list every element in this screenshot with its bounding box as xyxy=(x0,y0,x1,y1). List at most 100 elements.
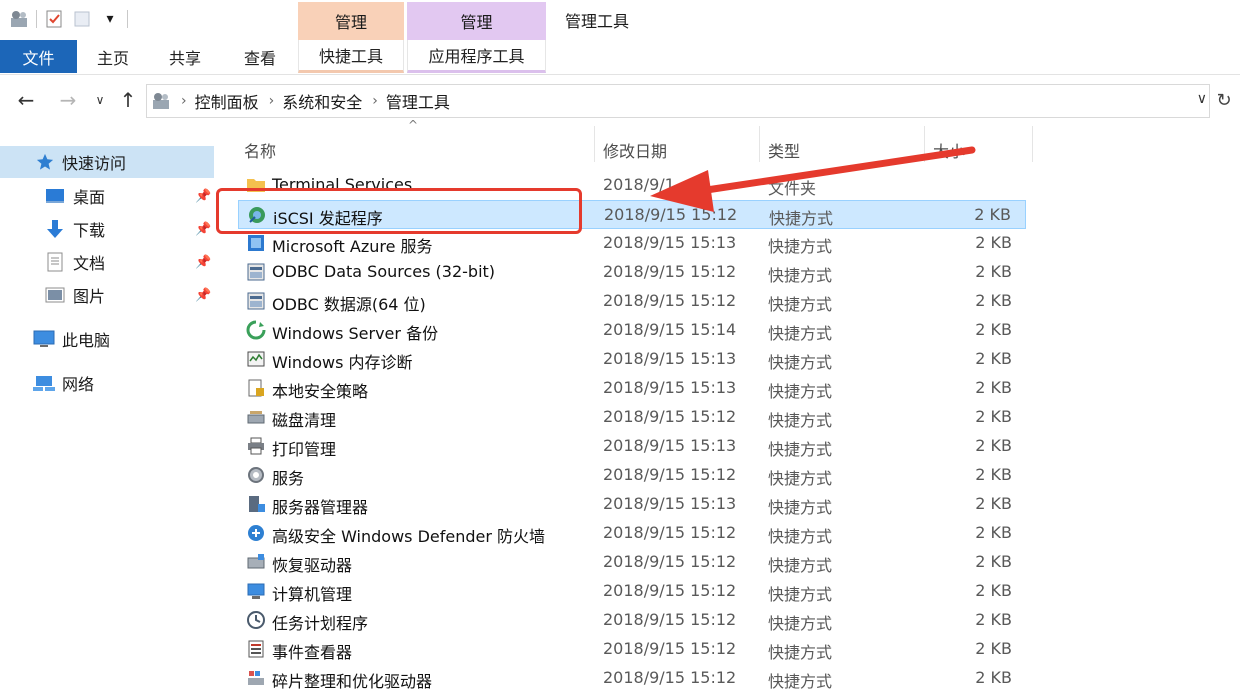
file-size: 2 KB xyxy=(975,320,1012,339)
file-type: 快捷方式 xyxy=(769,209,834,228)
forward-arrow-icon[interactable]: → xyxy=(56,88,80,112)
tab-view[interactable]: 查看 xyxy=(225,40,295,73)
file-date: 2018/9/15 15:14 xyxy=(603,320,737,339)
tab-home[interactable]: 主页 xyxy=(80,40,146,73)
file-row[interactable]: 碎片整理和优化驱动器 2018/9/15 15:12 快捷方式 2 KB xyxy=(238,664,1026,693)
file-size: 2 KB xyxy=(975,465,1012,484)
breadcrumb-system-security[interactable]: 系统和安全 xyxy=(282,89,362,113)
address-bar[interactable]: › 控制面板 › 系统和安全 › 管理工具 ∨ xyxy=(146,84,1210,118)
file-size: 2 KB xyxy=(975,494,1012,513)
back-arrow-icon[interactable]: ← xyxy=(14,88,38,112)
file-row[interactable]: 磁盘清理 2018/9/15 15:12 快捷方式 2 KB xyxy=(238,403,1026,432)
file-name: 事件查看器 xyxy=(272,643,353,662)
odbc-icon xyxy=(246,262,266,282)
file-type: 文件夹 xyxy=(768,179,817,198)
pin-icon[interactable]: 📌 xyxy=(195,255,211,270)
file-row[interactable]: Windows Server 备份 2018/9/15 15:14 快捷方式 2… xyxy=(238,316,1026,345)
breadcrumb-admin-tools[interactable]: 管理工具 xyxy=(386,89,450,113)
column-header-date[interactable]: 修改日期 xyxy=(603,126,758,174)
event-viewer-icon xyxy=(246,639,266,659)
column-divider[interactable] xyxy=(924,126,925,162)
printer-icon xyxy=(246,436,266,456)
tab-share[interactable]: 共享 xyxy=(150,40,220,73)
breadcrumb-control-panel[interactable]: 控制面板 xyxy=(195,89,259,113)
pin-icon[interactable]: 📌 xyxy=(195,189,211,204)
task-scheduler-icon xyxy=(246,610,266,630)
file-row[interactable]: 恢复驱动器 2018/9/15 15:12 快捷方式 2 KB xyxy=(238,548,1026,577)
file-row[interactable]: ODBC Data Sources (32-bit) 2018/9/15 15:… xyxy=(238,258,1026,287)
properties-icon[interactable] xyxy=(43,8,65,30)
column-header-label: 修改日期 xyxy=(603,142,668,161)
column-header-type[interactable]: 类型 xyxy=(768,126,923,174)
recent-locations-chevron-icon[interactable]: ∨ xyxy=(88,88,112,112)
file-row[interactable]: ODBC 数据源(64 位) 2018/9/15 15:12 快捷方式 2 KB xyxy=(238,287,1026,316)
file-name: 本地安全策略 xyxy=(272,382,369,401)
breadcrumb-chevron-icon[interactable]: › xyxy=(181,93,187,109)
breadcrumb-chevron-icon[interactable]: › xyxy=(269,93,275,109)
file-row[interactable]: 服务器管理器 2018/9/15 15:13 快捷方式 2 KB xyxy=(238,490,1026,519)
file-row[interactable]: 高级安全 Windows Defender 防火墙 2018/9/15 15:1… xyxy=(238,519,1026,548)
navigation-pane: 快速访问 桌面 📌 下载 📌 文档 📌 图片 📌 此电脑 网络 xyxy=(0,120,216,695)
breadcrumb-chevron-icon[interactable]: › xyxy=(372,93,378,109)
column-header-size[interactable]: 大小 xyxy=(933,126,1028,174)
file-row[interactable]: 事件查看器 2018/9/15 15:12 快捷方式 2 KB xyxy=(238,635,1026,664)
sidebar-item-desktop[interactable]: 桌面 📌 xyxy=(0,180,214,212)
column-divider[interactable] xyxy=(594,126,595,162)
column-header-name[interactable]: 名称 xyxy=(244,126,594,174)
file-date: 2018/9/15 15:12 xyxy=(603,552,737,571)
file-row[interactable]: 本地安全策略 2018/9/15 15:13 快捷方式 2 KB xyxy=(238,374,1026,403)
sidebar-item-documents[interactable]: 文档 📌 xyxy=(0,246,214,278)
tab-app-tools[interactable]: 应用程序工具 xyxy=(407,40,546,73)
file-size: 2 KB xyxy=(975,349,1012,368)
ribbon-tabs: 文件 主页 共享 查看 快捷工具 应用程序工具 xyxy=(0,40,1240,75)
file-date: 2018/9/15 15:12 xyxy=(603,523,737,542)
file-name: ODBC 数据源(64 位) xyxy=(272,295,426,314)
file-name: Microsoft Azure 服务 xyxy=(272,237,433,256)
defrag-icon xyxy=(246,668,266,688)
address-dropdown-icon[interactable]: ∨ xyxy=(1197,91,1207,107)
file-row[interactable]: 服务 2018/9/15 15:12 快捷方式 2 KB xyxy=(238,461,1026,490)
refresh-icon[interactable]: ↻ xyxy=(1212,88,1236,112)
file-name: ODBC Data Sources (32-bit) xyxy=(272,262,496,281)
recovery-drive-icon xyxy=(246,552,266,572)
sidebar-item-label: 网络 xyxy=(62,375,95,394)
sidebar-item-quick-access[interactable]: 快速访问 xyxy=(0,146,214,178)
file-type: 快捷方式 xyxy=(768,382,833,401)
file-name: 任务计划程序 xyxy=(272,614,369,633)
file-type: 快捷方式 xyxy=(768,556,833,575)
file-name: 磁盘清理 xyxy=(272,411,337,430)
pin-icon[interactable]: 📌 xyxy=(195,222,211,237)
sidebar-item-downloads[interactable]: 下载 📌 xyxy=(0,213,214,245)
sidebar-item-network[interactable]: 网络 xyxy=(0,367,214,399)
file-size: 2 KB xyxy=(974,205,1011,224)
customize-toolbar-icon[interactable]: ▾ xyxy=(99,8,121,30)
file-type: 快捷方式 xyxy=(768,324,833,343)
file-type: 快捷方式 xyxy=(768,266,833,285)
file-size: 2 KB xyxy=(975,668,1012,687)
toolbar-separator xyxy=(127,10,128,28)
up-arrow-icon[interactable]: ↑ xyxy=(116,88,140,112)
column-header-label: 大小 xyxy=(933,142,966,161)
file-row[interactable]: 任务计划程序 2018/9/15 15:12 快捷方式 2 KB xyxy=(238,606,1026,635)
context-group-manage-app: 管理 xyxy=(407,2,546,40)
document-icon xyxy=(44,251,66,273)
control-panel-icon[interactable] xyxy=(8,8,30,30)
sidebar-item-pictures[interactable]: 图片 📌 xyxy=(0,279,214,311)
sidebar-item-this-pc[interactable]: 此电脑 xyxy=(0,323,214,355)
tab-file[interactable]: 文件 xyxy=(0,40,77,73)
file-date: 2018/9/15 15:12 xyxy=(603,465,737,484)
pin-icon[interactable]: 📌 xyxy=(195,288,211,303)
file-type: 快捷方式 xyxy=(768,469,833,488)
file-name: Windows Server 备份 xyxy=(272,324,439,343)
new-folder-icon[interactable] xyxy=(71,8,93,30)
file-row[interactable]: 计算机管理 2018/9/15 15:12 快捷方式 2 KB xyxy=(238,577,1026,606)
tab-shortcut-tools[interactable]: 快捷工具 xyxy=(298,40,404,73)
file-row[interactable]: 打印管理 2018/9/15 15:13 快捷方式 2 KB xyxy=(238,432,1026,461)
download-icon xyxy=(44,218,66,240)
file-row[interactable]: Windows 内存诊断 2018/9/15 15:13 快捷方式 2 KB xyxy=(238,345,1026,374)
file-name: 碎片整理和优化驱动器 xyxy=(272,672,433,691)
file-date: 2018/9/1… xyxy=(603,175,691,194)
file-date: 2018/9/15 15:13 xyxy=(603,494,737,513)
column-divider[interactable] xyxy=(759,126,760,162)
column-divider[interactable] xyxy=(1032,126,1033,162)
